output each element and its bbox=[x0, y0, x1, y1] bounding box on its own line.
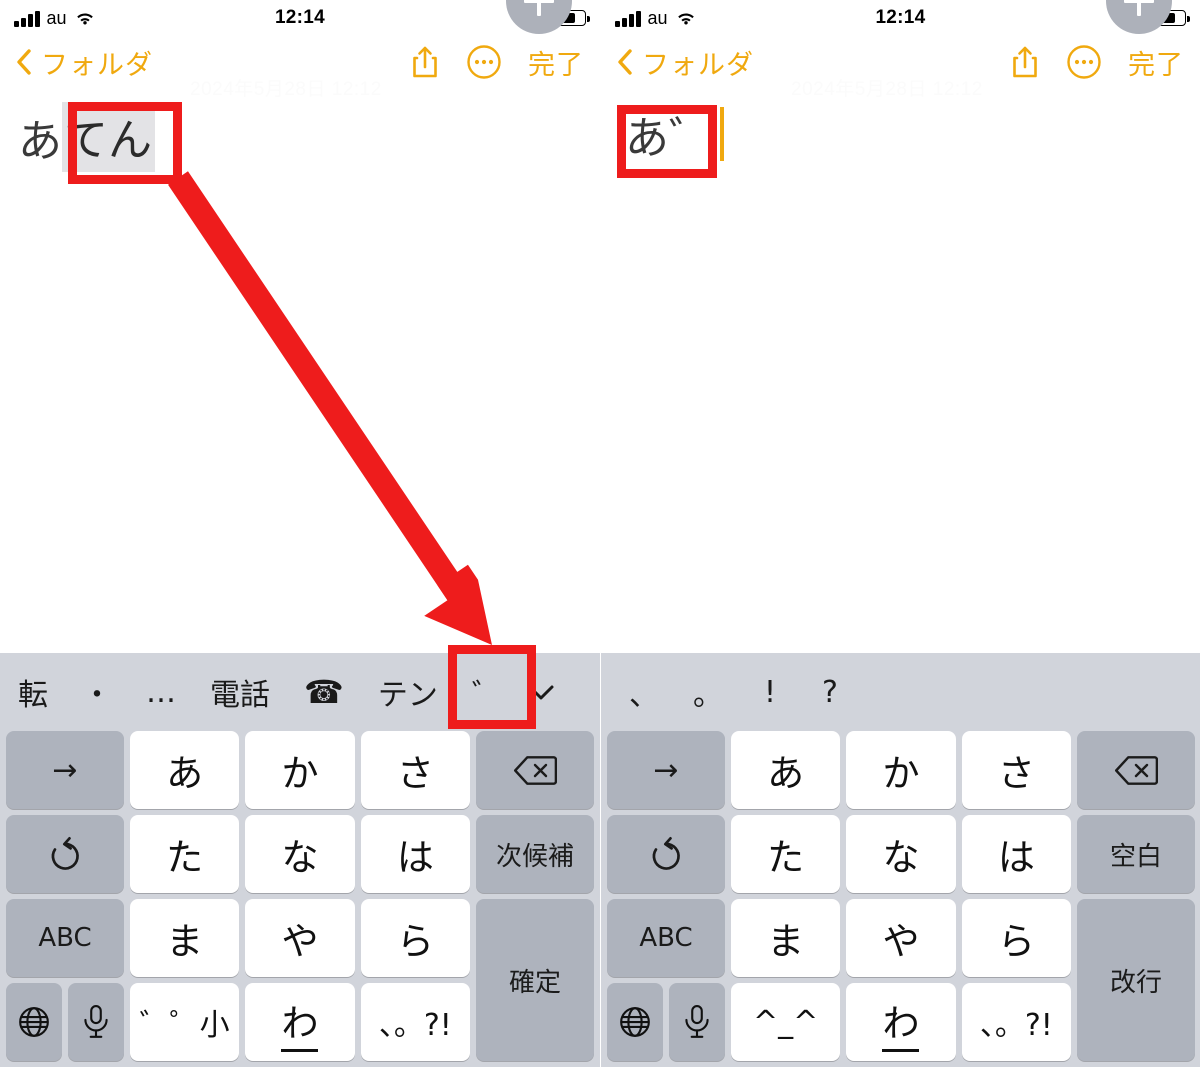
key-ra[interactable]: ら bbox=[360, 899, 470, 977]
prediction-6-dakuten[interactable]: ゛ bbox=[466, 670, 508, 714]
phone-screen-after: au 12:14 フォルダ 完了 2024年5月28日 12:12 あ゛ 、 。… bbox=[600, 0, 1200, 1067]
key-punctuation[interactable]: 、。?! bbox=[360, 983, 470, 1061]
key-sa[interactable]: さ bbox=[961, 731, 1071, 809]
key-cursor-right[interactable]: → bbox=[6, 731, 124, 809]
key-wa[interactable]: わ bbox=[846, 983, 956, 1061]
note-text-right[interactable]: あ゛ bbox=[625, 102, 724, 166]
prediction-1[interactable]: ・ bbox=[76, 670, 118, 714]
note-date-label: 2024年5月28日 12:12 bbox=[791, 79, 983, 100]
chevron-left-icon bbox=[16, 49, 32, 75]
key-globe[interactable] bbox=[607, 983, 663, 1061]
key-a[interactable]: あ bbox=[731, 731, 841, 809]
done-button[interactable]: 完了 bbox=[1128, 43, 1184, 82]
key-abc[interactable]: ABC bbox=[6, 899, 124, 977]
key-ka[interactable]: か bbox=[245, 731, 355, 809]
key-next-candidate[interactable]: 次候補 bbox=[476, 815, 594, 893]
key-na[interactable]: な bbox=[846, 815, 956, 893]
key-row-1-left: → あ か さ bbox=[6, 731, 594, 809]
more-ellipsis-icon[interactable] bbox=[466, 44, 502, 80]
key-sa[interactable]: さ bbox=[360, 731, 470, 809]
note-text-left[interactable]: あてん bbox=[18, 102, 155, 172]
key-row-1-right: → あ か さ bbox=[607, 731, 1195, 809]
key-delete[interactable] bbox=[476, 731, 594, 809]
prediction-5[interactable]: テン bbox=[372, 670, 444, 714]
key-ta[interactable]: た bbox=[731, 815, 841, 893]
more-ellipsis-icon[interactable] bbox=[1066, 44, 1102, 80]
key-punctuation[interactable]: 、。?! bbox=[961, 983, 1071, 1061]
key-confirm[interactable]: 確定 bbox=[476, 899, 594, 1061]
prediction-bar-left: 転 ・ … 電話 ☎ テン ゛ bbox=[0, 653, 600, 731]
key-rows-2-4-left: た な は 次候補 ABC ま や ら 確定 ゛゜小 わ 、。?! bbox=[6, 815, 594, 1061]
key-undo[interactable] bbox=[6, 815, 124, 893]
back-label: フォルダ bbox=[41, 49, 153, 80]
prediction-0[interactable]: 、 bbox=[623, 670, 665, 714]
prediction-4-telephone-icon[interactable]: ☎ bbox=[298, 673, 350, 711]
key-wa-label: わ bbox=[281, 993, 319, 1052]
phone-screen-before: au 12:14 フォルダ 完了 2024年5月28日 12:12 あ てん 転… bbox=[0, 0, 600, 1067]
key-space[interactable]: 空白 bbox=[1077, 815, 1195, 893]
key-ma[interactable]: ま bbox=[731, 899, 841, 977]
nav-actions-right: 完了 bbox=[1010, 43, 1184, 82]
text-caret bbox=[720, 107, 724, 161]
prediction-3[interactable]: 電話 bbox=[204, 670, 276, 714]
share-icon[interactable] bbox=[1010, 45, 1040, 79]
key-kaomoji[interactable]: ^_^ bbox=[731, 983, 841, 1061]
key-group-globe-mic-left bbox=[6, 983, 124, 1061]
prediction-bar-right: 、 。 ! ? bbox=[601, 653, 1200, 731]
dual-screenshot-comparison: au 12:14 フォルダ 完了 2024年5月28日 12:12 あ てん 転… bbox=[0, 0, 1200, 1067]
prediction-3[interactable]: ? bbox=[811, 675, 849, 710]
key-ma[interactable]: ま bbox=[130, 899, 240, 977]
key-ya[interactable]: や bbox=[846, 899, 956, 977]
key-dictation[interactable] bbox=[669, 983, 725, 1061]
key-a[interactable]: あ bbox=[130, 731, 240, 809]
key-group-globe-mic-right bbox=[607, 983, 725, 1061]
prediction-1[interactable]: 。 bbox=[687, 670, 729, 714]
key-dictation[interactable] bbox=[68, 983, 124, 1061]
prediction-2[interactable]: … bbox=[140, 675, 182, 710]
key-ya[interactable]: や bbox=[245, 899, 355, 977]
key-cursor-right[interactable]: → bbox=[607, 731, 725, 809]
note-text-marked: てん bbox=[62, 102, 155, 172]
key-rows-left: → あ か さ た な は 次候補 ABC ま や ら 確定 ゛゜小 わ 、。?… bbox=[0, 731, 600, 1067]
back-to-folder-button[interactable]: フォルダ bbox=[16, 43, 153, 82]
chevron-down-icon[interactable] bbox=[524, 675, 558, 709]
key-rows-2-4-right: た な は 空白 ABC ま や ら 改行 ^_^ わ 、。?! bbox=[607, 815, 1195, 1061]
done-button[interactable]: 完了 bbox=[528, 43, 584, 82]
key-na[interactable]: な bbox=[245, 815, 355, 893]
nav-actions-left: 完了 bbox=[410, 43, 584, 82]
key-return[interactable]: 改行 bbox=[1077, 899, 1195, 1061]
key-wa[interactable]: わ bbox=[245, 983, 355, 1061]
key-ra[interactable]: ら bbox=[961, 899, 1071, 977]
key-ha[interactable]: は bbox=[360, 815, 470, 893]
keyboard-right: 、 。 ! ? → あ か さ た な は 空白 ABC ま や ら 改行 ^_… bbox=[601, 653, 1200, 1067]
note-text-result: あ゛ bbox=[625, 113, 713, 164]
key-ha[interactable]: は bbox=[961, 815, 1071, 893]
key-undo[interactable] bbox=[607, 815, 725, 893]
share-icon[interactable] bbox=[410, 45, 440, 79]
note-date-label: 2024年5月28日 12:12 bbox=[190, 79, 382, 100]
note-text-plain: あ bbox=[18, 116, 62, 167]
chevron-left-icon bbox=[617, 49, 633, 75]
back-to-folder-button[interactable]: フォルダ bbox=[617, 43, 754, 82]
key-abc[interactable]: ABC bbox=[607, 899, 725, 977]
key-dakuten[interactable]: ゛゜小 bbox=[130, 983, 240, 1061]
key-wa-label: わ bbox=[882, 993, 920, 1052]
key-globe[interactable] bbox=[6, 983, 62, 1061]
prediction-2[interactable]: ! bbox=[751, 675, 789, 710]
key-delete[interactable] bbox=[1077, 731, 1195, 809]
key-ka[interactable]: か bbox=[846, 731, 956, 809]
key-rows-right: → あ か さ た な は 空白 ABC ま や ら 改行 ^_^ わ 、。?! bbox=[601, 731, 1200, 1067]
key-ta[interactable]: た bbox=[130, 815, 240, 893]
prediction-0[interactable]: 転 bbox=[12, 670, 54, 714]
back-label: フォルダ bbox=[642, 49, 754, 80]
keyboard-left: 転 ・ … 電話 ☎ テン ゛ → あ か さ た な は 次候補 ABC ま … bbox=[0, 653, 600, 1067]
